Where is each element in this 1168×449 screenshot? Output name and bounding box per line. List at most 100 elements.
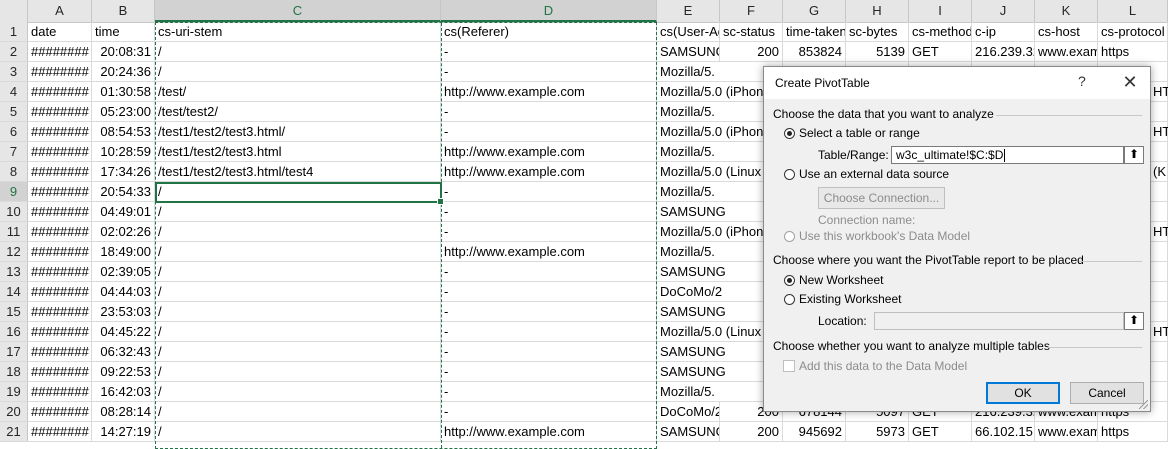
row-header-17[interactable]: 17 xyxy=(0,342,28,361)
cell-b6[interactable]: 08:54:53 xyxy=(92,122,155,141)
radio-external-source[interactable] xyxy=(784,169,795,180)
cell-k2[interactable]: www.examp xyxy=(1035,42,1098,61)
cell-a9[interactable]: ######## xyxy=(28,182,92,201)
cell-b11[interactable]: 02:02:26 xyxy=(92,222,155,241)
cell-b14[interactable]: 04:44:03 xyxy=(92,282,155,301)
cell-a16[interactable]: ######## xyxy=(28,322,92,341)
cell-a10[interactable]: ######## xyxy=(28,202,92,221)
cell-d20[interactable]: - xyxy=(441,402,657,421)
select-all-corner[interactable] xyxy=(0,0,28,22)
radio-data-model[interactable] xyxy=(784,231,795,242)
collapse-dialog-button-location[interactable]: ⬆ xyxy=(1124,312,1144,330)
ok-button[interactable]: OK xyxy=(986,382,1060,404)
cell-e12[interactable]: Mozilla/5. xyxy=(657,242,720,261)
cell-b18[interactable]: 09:22:53 xyxy=(92,362,155,381)
cell-a17[interactable]: ######## xyxy=(28,342,92,361)
cell-b5[interactable]: 05:23:00 xyxy=(92,102,155,121)
cell-e5[interactable]: Mozilla/5. xyxy=(657,102,720,121)
cell-c14[interactable]: / xyxy=(155,282,441,301)
column-header-j[interactable]: J xyxy=(972,0,1035,22)
cell-d14[interactable]: - xyxy=(441,282,657,301)
cell-d10[interactable]: - xyxy=(441,202,657,221)
cell-a20[interactable]: ######## xyxy=(28,402,92,421)
cell-d1[interactable]: cs(Referer) xyxy=(441,22,657,41)
cell-c7[interactable]: /test1/test2/test3.html xyxy=(155,142,441,161)
label-new-worksheet[interactable]: New Worksheet xyxy=(799,273,883,287)
cell-a21[interactable]: ######## xyxy=(28,422,92,441)
cell-a11[interactable]: ######## xyxy=(28,222,92,241)
cell-e4[interactable]: Mozilla/5.0 (iPhone xyxy=(657,82,771,101)
cell-c18[interactable]: / xyxy=(155,362,441,381)
label-external-source[interactable]: Use an external data source xyxy=(799,167,949,181)
label-add-data-model[interactable]: Add this data to the Data Model xyxy=(799,359,967,373)
cell-a2[interactable]: ######## xyxy=(28,42,92,61)
row-header-6[interactable]: 6 xyxy=(0,122,28,141)
cell-a3[interactable]: ######## xyxy=(28,62,92,81)
cell-b9[interactable]: 20:54:33 xyxy=(92,182,155,201)
cell-i1[interactable]: cs-method xyxy=(909,22,972,41)
cell-e2[interactable]: SAMSUNG xyxy=(657,42,720,61)
cell-i2[interactable]: GET xyxy=(909,42,972,61)
column-header-l[interactable]: L xyxy=(1098,0,1168,22)
cell-e10[interactable]: SAMSUNG xyxy=(657,202,726,221)
cell-e21[interactable]: SAMSUNG xyxy=(657,422,720,441)
cell-a15[interactable]: ######## xyxy=(28,302,92,321)
radio-new-worksheet[interactable] xyxy=(784,275,795,286)
column-header-d[interactable]: D xyxy=(441,0,657,22)
row-header-3[interactable]: 3 xyxy=(0,62,28,81)
cell-b2[interactable]: 20:08:31 xyxy=(92,42,155,61)
column-header-a[interactable]: A xyxy=(28,0,92,22)
cell-b10[interactable]: 04:49:01 xyxy=(92,202,155,221)
cell-f21[interactable]: 200 xyxy=(720,422,783,441)
cell-i21[interactable]: GET xyxy=(909,422,972,441)
cell-e20[interactable]: DoCoMo/2 xyxy=(657,402,720,421)
row-header-1[interactable]: 1 xyxy=(0,22,28,41)
cell-h2[interactable]: 5139 xyxy=(846,42,909,61)
cell-d6[interactable]: - xyxy=(441,122,657,141)
row-header-16[interactable]: 16 xyxy=(0,322,28,341)
cell-a14[interactable]: ######## xyxy=(28,282,92,301)
cell-b3[interactable]: 20:24:36 xyxy=(92,62,155,81)
cell-d12[interactable]: http://www.example.com xyxy=(441,242,657,261)
cell-c21[interactable]: / xyxy=(155,422,441,441)
cell-d13[interactable]: - xyxy=(441,262,657,281)
cell-c6[interactable]: /test1/test2/test3.html/ xyxy=(155,122,441,141)
cell-e17[interactable]: SAMSUNG xyxy=(657,342,726,361)
cell-a6[interactable]: ######## xyxy=(28,122,92,141)
cell-d17[interactable]: - xyxy=(441,342,657,361)
cell-b7[interactable]: 10:28:59 xyxy=(92,142,155,161)
cell-a19[interactable]: ######## xyxy=(28,382,92,401)
cell-e9[interactable]: Mozilla/5. xyxy=(657,182,720,201)
row-header-4[interactable]: 4 xyxy=(0,82,28,101)
cell-e7[interactable]: Mozilla/5. xyxy=(657,142,720,161)
cell-d2[interactable]: - xyxy=(441,42,657,61)
cell-e3[interactable]: Mozilla/5. xyxy=(657,62,720,81)
column-header-c[interactable]: C xyxy=(155,0,441,22)
cell-b19[interactable]: 16:42:03 xyxy=(92,382,155,401)
cell-d21[interactable]: http://www.example.com xyxy=(441,422,657,441)
cell-e13[interactable]: SAMSUNG xyxy=(657,262,726,281)
cell-k1[interactable]: cs-host xyxy=(1035,22,1098,41)
cell-j21[interactable]: 66.102.15. xyxy=(972,422,1035,441)
cell-e19[interactable]: Mozilla/5. xyxy=(657,382,720,401)
row-header-15[interactable]: 15 xyxy=(0,302,28,321)
column-header-i[interactable]: I xyxy=(909,0,972,22)
table-range-input[interactable]: w3c_ultimate!$C:$D xyxy=(891,146,1124,164)
cell-c13[interactable]: / xyxy=(155,262,441,281)
cell-j1[interactable]: c-ip xyxy=(972,22,1035,41)
choose-connection-button[interactable]: Choose Connection... xyxy=(818,187,945,209)
row-header-12[interactable]: 12 xyxy=(0,242,28,261)
cell-l2[interactable]: https xyxy=(1098,42,1168,61)
cell-b17[interactable]: 06:32:43 xyxy=(92,342,155,361)
help-icon[interactable]: ? xyxy=(1078,73,1086,89)
cell-g2[interactable]: 853824 xyxy=(783,42,846,61)
row-header-9[interactable]: 9 xyxy=(0,182,28,201)
cell-h21[interactable]: 5973 xyxy=(846,422,909,441)
label-data-model[interactable]: Use this workbook's Data Model xyxy=(799,229,970,243)
cell-l21[interactable]: https xyxy=(1098,422,1168,441)
cancel-button[interactable]: Cancel xyxy=(1070,382,1144,404)
cell-e14[interactable]: DoCoMo/2 xyxy=(657,282,722,301)
cell-a7[interactable]: ######## xyxy=(28,142,92,161)
cell-d15[interactable]: - xyxy=(441,302,657,321)
cell-c1[interactable]: cs-uri-stem xyxy=(155,22,441,41)
